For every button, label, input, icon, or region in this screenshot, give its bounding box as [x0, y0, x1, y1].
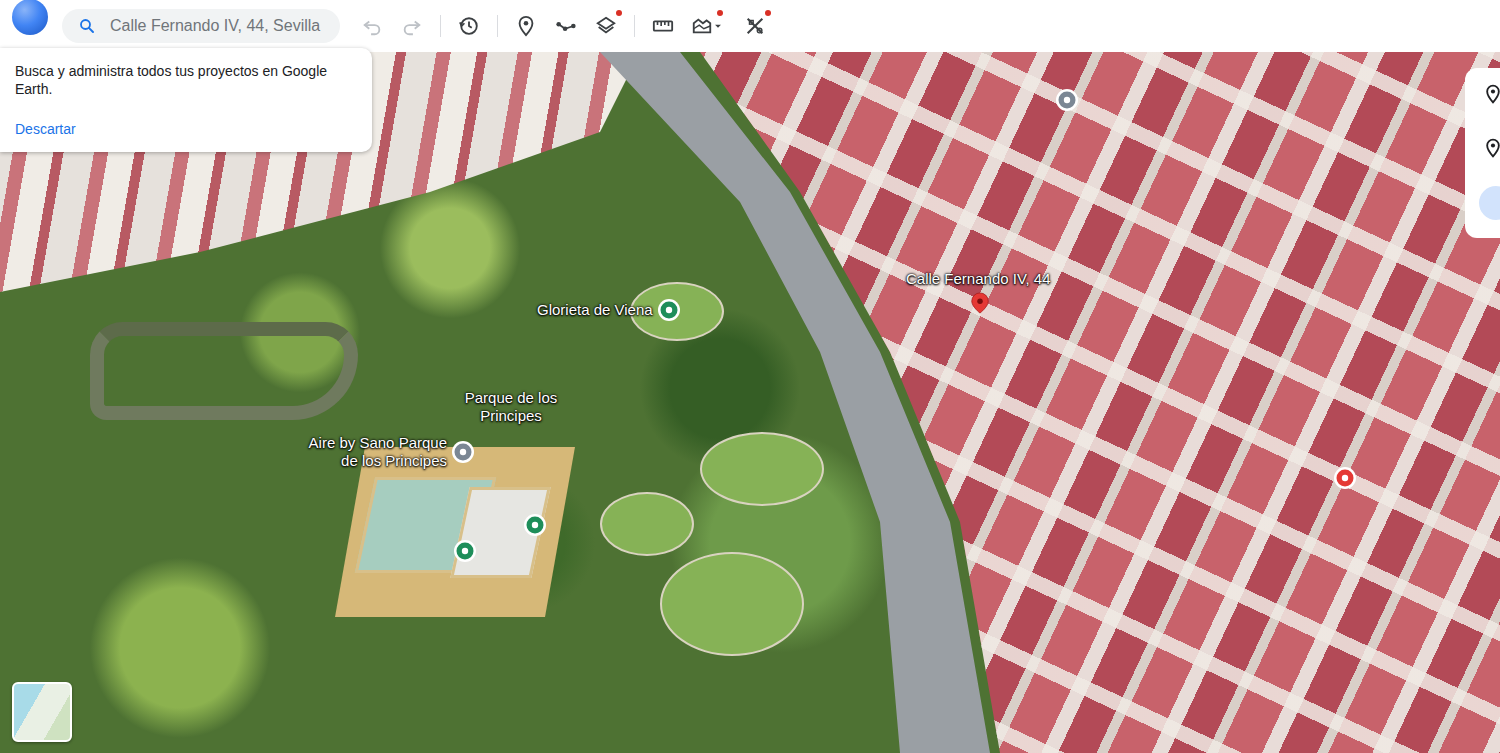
- search-icon[interactable]: [78, 17, 96, 35]
- lawn: [600, 492, 694, 556]
- toolbar-button[interactable]: [743, 14, 767, 38]
- place-label[interactable]: Glorieta de Viena: [537, 301, 653, 319]
- image-icon[interactable]: [691, 15, 713, 37]
- tools-icon[interactable]: [744, 15, 766, 37]
- map-place[interactable]: [453, 539, 477, 563]
- placemark-icon[interactable]: [1483, 138, 1500, 158]
- poi-pin-icon[interactable]: [523, 513, 547, 537]
- toolbar-button: [360, 14, 384, 38]
- notification-dot: [765, 10, 771, 16]
- projects-tip-popup: Busca y administra todos tus proyectos e…: [0, 48, 372, 152]
- tool-group: [360, 14, 767, 38]
- layers-icon[interactable]: [595, 15, 617, 37]
- map-place[interactable]: Parque de los Principes: [461, 389, 561, 425]
- redo-icon: [401, 15, 423, 37]
- toolbar-separator: [440, 15, 441, 37]
- place-label[interactable]: Calle Fernando IV, 44: [906, 270, 1051, 288]
- toolbar-button: [400, 14, 424, 38]
- search-input[interactable]: [110, 17, 330, 35]
- undo-icon: [361, 15, 383, 37]
- map-place[interactable]: Aire by Sano Parque de los Principes: [297, 434, 475, 470]
- notification-dot: [717, 10, 723, 16]
- pond: [90, 322, 358, 420]
- lawn: [700, 432, 824, 506]
- toolbar-button[interactable]: [651, 14, 675, 38]
- map-place[interactable]: [523, 513, 547, 537]
- poi-pin-icon[interactable]: [451, 440, 475, 464]
- google-earth-logo-icon[interactable]: [12, 0, 48, 35]
- path-icon[interactable]: [555, 15, 577, 37]
- toolbar: [0, 0, 1500, 52]
- place-label[interactable]: Aire by Sano Parque de los Principes: [297, 434, 447, 470]
- poi-pin-icon[interactable]: [657, 298, 681, 322]
- map-place[interactable]: [1055, 88, 1079, 112]
- dismiss-button[interactable]: Descartar: [15, 120, 357, 138]
- toolbar-separator: [634, 15, 635, 37]
- toolbar-button[interactable]: [514, 14, 538, 38]
- toolbar-button[interactable]: [691, 14, 727, 38]
- placemark-icon[interactable]: [1483, 84, 1500, 104]
- history-icon[interactable]: [458, 15, 480, 37]
- panel-button[interactable]: [1479, 186, 1500, 220]
- toolbar-button[interactable]: [594, 14, 618, 38]
- map-place[interactable]: Calle Fernando IV, 44: [906, 270, 1051, 318]
- placemark-icon[interactable]: [515, 15, 537, 37]
- lawn: [660, 552, 804, 656]
- ruler-icon[interactable]: [652, 15, 674, 37]
- map-place[interactable]: Glorieta de Viena: [537, 298, 681, 322]
- poi-pin-icon[interactable]: [1055, 88, 1079, 112]
- map-view[interactable]: Calle Fernando IV, 44 Glorieta de Viena Pa…: [0, 52, 1500, 753]
- poi-pin-icon[interactable]: [453, 539, 477, 563]
- toolbar-button[interactable]: [457, 14, 481, 38]
- map-place[interactable]: [1333, 466, 1357, 490]
- side-panel: [1465, 68, 1500, 238]
- location-marker-icon[interactable]: [969, 288, 991, 318]
- notification-dot: [616, 10, 622, 16]
- minimap-thumbnail[interactable]: [12, 682, 72, 742]
- toolbar-separator: [497, 15, 498, 37]
- poi-pin-icon[interactable]: [1333, 466, 1357, 490]
- popup-message: Busca y administra todos tus proyectos e…: [15, 62, 357, 98]
- search-box[interactable]: [62, 9, 340, 43]
- toolbar-button[interactable]: [554, 14, 578, 38]
- dropdown-caret-icon[interactable]: [713, 21, 723, 31]
- place-label[interactable]: Parque de los Principes: [461, 389, 561, 425]
